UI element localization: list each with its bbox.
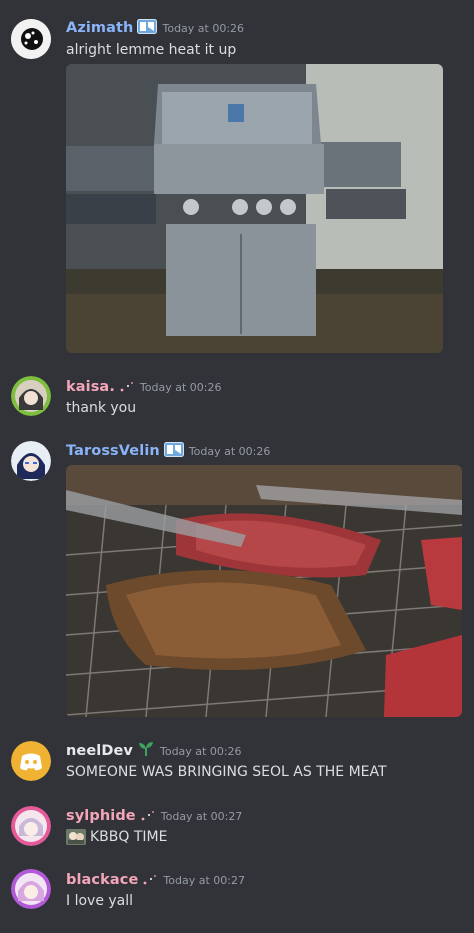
avatar[interactable]: [11, 741, 51, 781]
message-item: kaisa. Today at 00:26 thank you: [0, 360, 474, 430]
timestamp[interactable]: Today at 00:26: [140, 381, 222, 394]
username[interactable]: Azimath: [66, 20, 133, 36]
message-header: blackace Today at 00:27: [66, 870, 245, 890]
message-item: neelDev Today at 00:26 SOMEONE WAS BRING…: [0, 730, 474, 792]
anime-emoji-icon: [66, 827, 86, 847]
message-text: thank you: [66, 400, 137, 416]
message-header: kaisa. Today at 00:26: [66, 377, 221, 397]
message-item: TarossVelin Today at 00:26: [0, 430, 474, 730]
sprout-icon[interactable]: [137, 741, 155, 761]
avatar[interactable]: [11, 806, 51, 846]
message-item: Azimath Today at 00:26 alright lemme hea…: [0, 0, 474, 360]
sparkle-tag-icon[interactable]: [142, 871, 158, 890]
message-text: I love yall: [66, 893, 134, 909]
avatar[interactable]: [11, 441, 51, 481]
timestamp[interactable]: Today at 00:27: [163, 874, 245, 887]
chat-channel: Azimath Today at 00:26 alright lemme hea…: [0, 0, 474, 933]
avatar[interactable]: [11, 869, 51, 909]
message-header: Azimath Today at 00:26: [66, 18, 244, 38]
timestamp[interactable]: Today at 00:26: [160, 745, 242, 758]
message-text: KBBQ TIME: [90, 829, 168, 845]
timestamp[interactable]: Today at 00:26: [189, 445, 271, 458]
timestamp[interactable]: Today at 00:26: [162, 22, 244, 35]
grilled-meat-photo: [66, 465, 462, 717]
shield-tag-icon[interactable]: [137, 18, 158, 38]
message-content: KBBQ TIME: [66, 827, 167, 847]
message-header: neelDev Today at 00:26: [66, 741, 242, 761]
avatar[interactable]: [11, 376, 51, 416]
message-text: alright lemme heat it up: [66, 42, 237, 58]
username[interactable]: neelDev: [66, 743, 133, 759]
message-header: TarossVelin Today at 00:26: [66, 441, 270, 461]
username[interactable]: kaisa.: [66, 379, 115, 395]
message-text: SOMEONE WAS BRINGING SEOL AS THE MEAT: [66, 764, 387, 780]
image-attachment[interactable]: [66, 465, 462, 717]
username[interactable]: TarossVelin: [66, 443, 160, 459]
avatar[interactable]: [11, 19, 51, 59]
sparkle-tag-icon[interactable]: [119, 378, 135, 397]
message-header: sylphide Today at 00:27: [66, 806, 242, 826]
shield-tag-icon[interactable]: [163, 441, 184, 461]
username[interactable]: sylphide: [66, 808, 136, 824]
message-item: sylphide Today at 00:27 KBBQ TIME: [0, 792, 474, 856]
sparkle-tag-icon[interactable]: [140, 807, 156, 826]
username[interactable]: blackace: [66, 872, 138, 888]
message-item: blackace Today at 00:27 I love yall: [0, 856, 474, 933]
image-attachment[interactable]: [66, 64, 443, 353]
timestamp[interactable]: Today at 00:27: [161, 810, 243, 823]
bbq-grill-photo: [66, 64, 443, 353]
